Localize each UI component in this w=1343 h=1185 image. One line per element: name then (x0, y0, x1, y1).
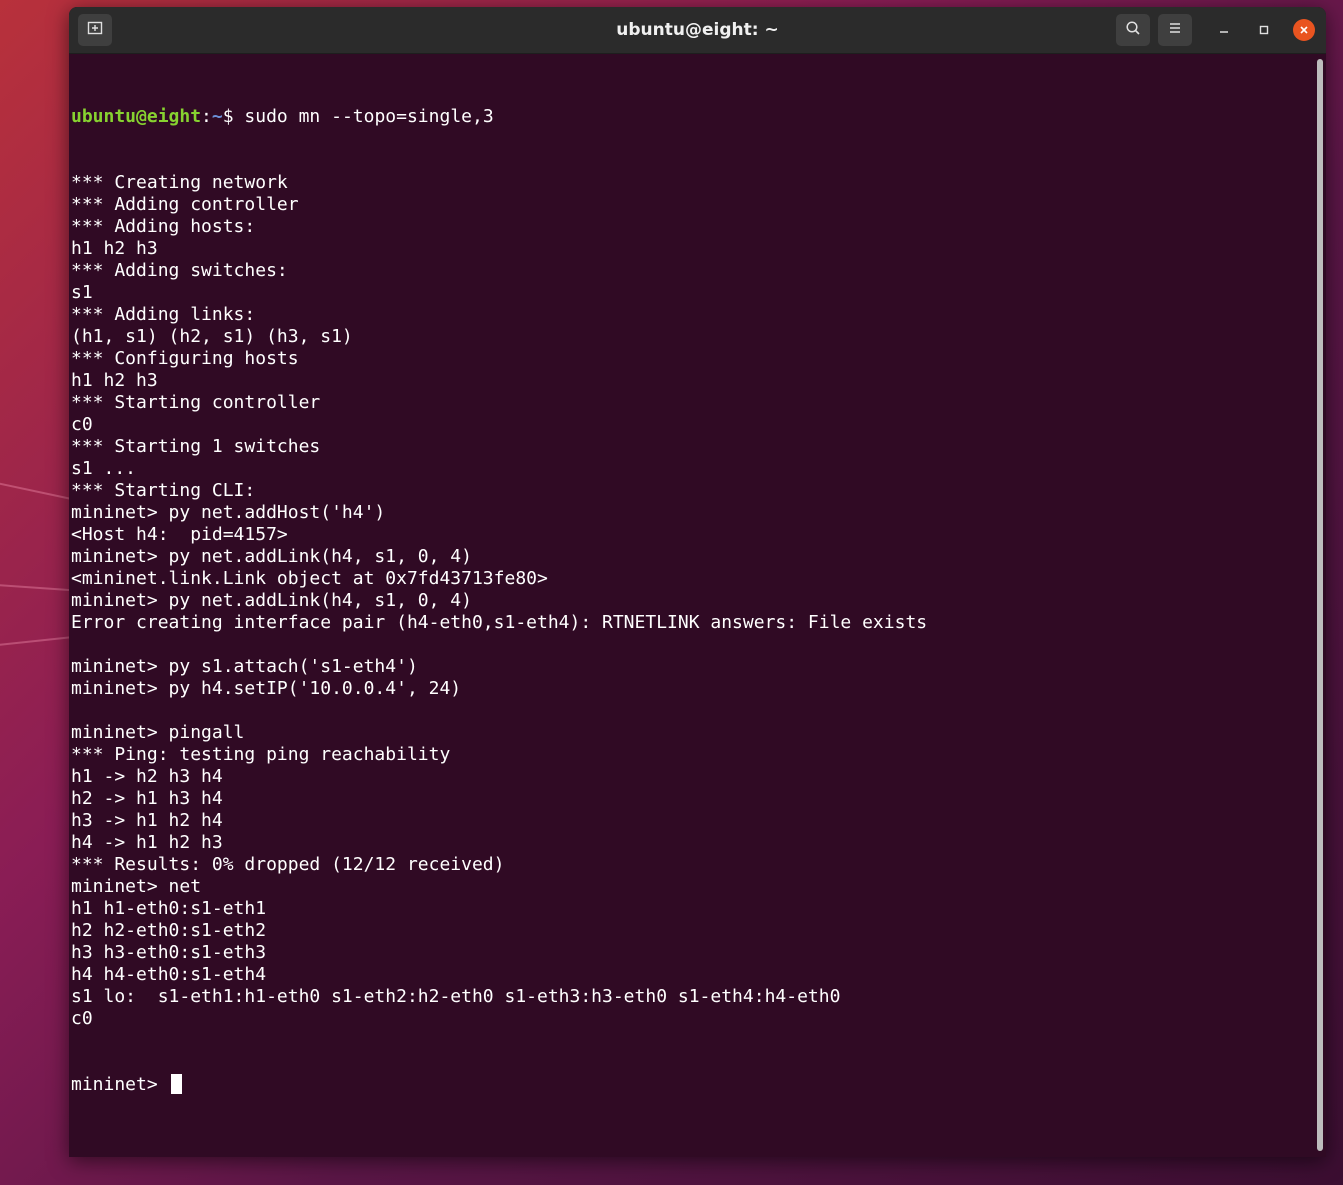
terminal-line: h4 -> h1 h2 h3 (71, 832, 223, 853)
terminal-line: *** Starting CLI: (71, 480, 256, 501)
wallpaper-stripe (0, 580, 80, 592)
terminal-line: (h1, s1) (h2, s1) (h3, s1) (71, 326, 353, 347)
terminal-line: h2 h2-eth0:s1-eth2 (71, 920, 267, 941)
terminal-line: h1 h2 h3 (71, 238, 158, 259)
terminal-line: mininet> py h4.setIP('10.0.0.4', 24) (71, 678, 462, 699)
search-button[interactable] (1116, 14, 1150, 46)
terminal-line: mininet> net (71, 876, 202, 897)
wallpaper-stripe (0, 470, 78, 502)
hamburger-menu-icon (1167, 20, 1183, 40)
search-icon (1125, 20, 1141, 40)
new-tab-icon (87, 20, 103, 40)
terminal-line: *** Results: 0% dropped (12/12 received) (71, 854, 505, 875)
terminal-line: mininet> py net.addLink(h4, s1, 0, 4) (71, 546, 472, 567)
maximize-icon (1258, 21, 1270, 40)
prompt-user-host: ubuntu@eight (71, 106, 202, 127)
terminal-line: *** Adding hosts: (71, 216, 256, 237)
terminal-line: h3 -> h1 h2 h4 (71, 810, 223, 831)
title-bar: ubuntu@eight: ~ (69, 7, 1326, 54)
prompt-symbol: $ (222, 106, 234, 127)
terminal-line: Error creating interface pair (h4-eth0,s… (71, 612, 928, 633)
terminal-line: *** Ping: testing ping reachability (71, 744, 451, 765)
terminal-line: h1 h1-eth0:s1-eth1 (71, 898, 267, 919)
close-icon (1298, 21, 1310, 40)
minimize-button[interactable] (1213, 19, 1235, 41)
current-prompt: mininet> (71, 1074, 169, 1095)
prompt-path: ~ (211, 106, 223, 127)
wallpaper-stripe (0, 635, 80, 652)
terminal-line: *** Adding switches: (71, 260, 288, 281)
terminal-line: h4 h4-eth0:s1-eth4 (71, 964, 267, 985)
terminal-line: h3 h3-eth0:s1-eth3 (71, 942, 267, 963)
close-button[interactable] (1293, 19, 1315, 41)
scrollbar-thumb[interactable] (1317, 59, 1323, 1151)
terminal-line: mininet> py s1.attach('s1-eth4') (71, 656, 418, 677)
terminal-line: *** Adding links: (71, 304, 256, 325)
minimize-icon (1218, 21, 1230, 40)
terminal-line: s1 (71, 282, 93, 303)
terminal-line: h1 h2 h3 (71, 370, 158, 391)
terminal-line: s1 lo: s1-eth1:h1-eth0 s1-eth2:h2-eth0 s… (71, 986, 841, 1007)
terminal-line: mininet> pingall (71, 722, 245, 743)
terminal-line: c0 (71, 1008, 93, 1029)
terminal-line: *** Creating network (71, 172, 288, 193)
terminal-line: h1 -> h2 h3 h4 (71, 766, 223, 787)
prompt-separator: : (201, 106, 212, 127)
terminal-line: mininet> py net.addLink(h4, s1, 0, 4) (71, 590, 472, 611)
terminal-line: s1 ... (71, 458, 137, 479)
prompt-command: sudo mn --topo=single,3 (233, 106, 494, 127)
terminal-line: mininet> py net.addHost('h4') (71, 502, 386, 523)
output-lines: *** Creating network *** Adding controlle… (71, 172, 1311, 1030)
text-cursor (170, 1074, 182, 1094)
terminal-line: <Host h4: pid=4157> (71, 524, 288, 545)
terminal-line: *** Configuring hosts (71, 348, 299, 369)
terminal-line: h2 -> h1 h3 h4 (71, 788, 223, 809)
terminal-line: *** Starting 1 switches (71, 436, 321, 457)
new-tab-button[interactable] (78, 14, 112, 46)
terminal-line: *** Starting controller (71, 392, 321, 413)
terminal-line: *** Adding controller (71, 194, 299, 215)
terminal-line: <mininet.link.Link object at 0x7fd43713f… (71, 568, 548, 589)
terminal-output[interactable]: ubuntu@eight:~$ sudo mn --topo=single,3 … (71, 62, 1311, 1157)
terminal-line: c0 (71, 414, 93, 435)
maximize-button[interactable] (1253, 19, 1275, 41)
current-prompt-line[interactable]: mininet> (71, 1074, 1311, 1096)
scrollbar[interactable] (1317, 57, 1323, 1153)
terminal-window: ubuntu@eight: ~ ubuntu@eight:~$ sudo mn … (69, 7, 1326, 1157)
initial-prompt-line: ubuntu@eight:~$ sudo mn --topo=single,3 (71, 106, 1311, 128)
menu-button[interactable] (1158, 14, 1192, 46)
